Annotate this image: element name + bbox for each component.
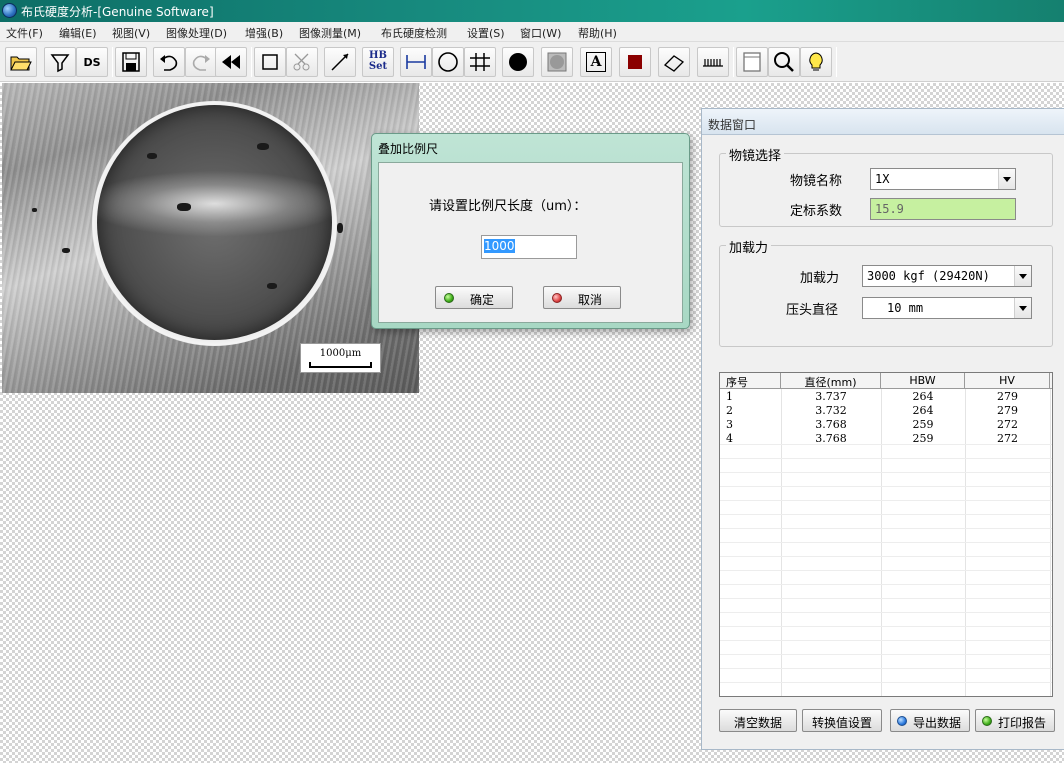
- circle-icon[interactable]: [432, 47, 464, 77]
- objective-group: 物镜选择 物镜名称 1X 定标系数 15.9: [719, 145, 1053, 227]
- hb-label: HB: [369, 50, 387, 61]
- header-hv[interactable]: HV: [965, 373, 1050, 389]
- menu-settings[interactable]: 设置(S): [467, 25, 505, 41]
- load-label: 加载力: [800, 271, 840, 286]
- save-icon[interactable]: [115, 47, 147, 77]
- gray-square-icon[interactable]: [541, 47, 573, 77]
- menu-help[interactable]: 帮助(H): [578, 25, 617, 41]
- table-row[interactable]: 3 3.768 259 272: [720, 418, 1052, 432]
- scale-bar[interactable]: 1000μm: [300, 343, 381, 373]
- objective-select[interactable]: 1X: [870, 168, 1016, 190]
- green-led-icon: [444, 293, 454, 303]
- objective-label: 物镜名称: [790, 174, 843, 189]
- scale-length-value: 1000: [484, 239, 515, 253]
- brinell-indentation: [97, 105, 332, 340]
- menu-file[interactable]: 文件(F): [6, 25, 43, 41]
- dialog-body: 请设置比例尺长度（um）： 1000 确定 取消: [378, 162, 683, 323]
- header-diameter[interactable]: 直径(mm): [781, 373, 881, 389]
- menu-view[interactable]: 视图(V): [112, 25, 150, 41]
- menu-image-processing[interactable]: 图像处理(D): [166, 25, 227, 41]
- indenter-label: 压头直径: [786, 303, 839, 318]
- chevron-down-icon[interactable]: [1014, 298, 1031, 318]
- redo-icon[interactable]: [185, 47, 217, 77]
- results-table[interactable]: 序号 直径(mm) HBW HV 1 3.737 264 279 2 3.732…: [719, 372, 1053, 697]
- toolbar-separator: [733, 47, 734, 77]
- ruler-icon[interactable]: [697, 47, 729, 77]
- grid-icon[interactable]: [464, 47, 496, 77]
- table-row[interactable]: 1 3.737 264 279: [720, 390, 1052, 404]
- calibration-value: 15.9: [870, 198, 1016, 220]
- toolbar-separator: [836, 47, 837, 77]
- menu-edit[interactable]: 编辑(E): [59, 25, 97, 41]
- menu-enhance[interactable]: 增强(B): [245, 25, 283, 41]
- scale-length-input[interactable]: 1000: [481, 235, 577, 259]
- chevron-down-icon[interactable]: [1014, 266, 1031, 286]
- header-hbw[interactable]: HBW: [881, 373, 965, 389]
- scissors-icon[interactable]: [286, 47, 318, 77]
- menu-bar: 文件(F) 编辑(E) 视图(V) 图像处理(D) 增强(B) 图像测量(M) …: [0, 22, 1064, 42]
- red-led-icon: [552, 293, 562, 303]
- page-icon[interactable]: [736, 47, 768, 77]
- indenter-select[interactable]: 10 mm: [862, 297, 1032, 319]
- hb-set-button[interactable]: HB Set: [362, 47, 394, 77]
- red-square-icon[interactable]: [619, 47, 651, 77]
- chevron-down-icon[interactable]: [998, 169, 1015, 189]
- objective-group-label: 物镜选择: [726, 145, 785, 164]
- menu-window[interactable]: 窗口(W): [520, 25, 561, 41]
- filled-circle-icon[interactable]: [502, 47, 534, 77]
- scale-bar-label: 1000μm: [319, 348, 362, 359]
- menu-brinell-detect[interactable]: 布氏硬度检测: [381, 25, 447, 41]
- window-title: 布氏硬度分析-[Genuine Software]: [21, 5, 214, 19]
- funnel-icon[interactable]: [44, 47, 76, 77]
- open-folder-icon[interactable]: [5, 47, 37, 77]
- load-group-label: 加载力: [726, 237, 772, 256]
- cancel-button[interactable]: 取消: [543, 286, 621, 309]
- table-row[interactable]: 2 3.732 264 279: [720, 404, 1052, 418]
- data-window-title: 数据窗口: [702, 109, 1064, 135]
- dialog-title: 叠加比例尺: [378, 142, 439, 156]
- lightbulb-icon[interactable]: [800, 47, 832, 77]
- load-group: 加载力 加载力 3000 kgf (29420N) 压头直径 10 mm: [719, 237, 1053, 347]
- ok-button[interactable]: 确定: [435, 286, 513, 309]
- set-label: Set: [368, 61, 388, 72]
- rectangle-icon[interactable]: [254, 47, 286, 77]
- scale-bar-line: [309, 362, 372, 368]
- magnifier-icon[interactable]: [768, 47, 800, 77]
- undo-icon[interactable]: [153, 47, 185, 77]
- toolbar-separator: [251, 47, 252, 77]
- conversion-settings-button[interactable]: 转换值设置: [802, 709, 882, 732]
- app-globe-icon: [2, 3, 17, 18]
- cancel-label: 取消: [578, 293, 603, 307]
- print-report-button[interactable]: 打印报告: [975, 709, 1055, 732]
- toolbar: DS HB Set A: [0, 42, 1064, 82]
- dialog-prompt: 请设置比例尺长度（um）：: [429, 199, 587, 214]
- title-bar: 布氏硬度分析-[Genuine Software]: [0, 0, 1064, 22]
- clear-data-button[interactable]: 清空数据: [719, 709, 797, 732]
- table-row[interactable]: 4 3.768 259 272: [720, 432, 1052, 446]
- load-select[interactable]: 3000 kgf (29420N): [862, 265, 1032, 287]
- export-data-button[interactable]: 导出数据: [890, 709, 970, 732]
- eraser-icon[interactable]: [658, 47, 690, 77]
- ds-button[interactable]: DS: [76, 47, 108, 77]
- green-led-icon: [982, 716, 992, 726]
- blue-led-icon: [897, 716, 907, 726]
- calibration-label: 定标系数: [790, 204, 843, 219]
- rewind-icon[interactable]: [215, 47, 247, 77]
- header-index[interactable]: 序号: [720, 373, 781, 389]
- ok-label: 确定: [470, 293, 495, 307]
- table-header: 序号 直径(mm) HBW HV: [720, 373, 1052, 389]
- horizontal-measure-icon[interactable]: [400, 47, 432, 77]
- toolbar-separator: [112, 47, 113, 77]
- menu-image-measure[interactable]: 图像测量(M): [299, 25, 361, 41]
- diagonal-line-icon[interactable]: [324, 47, 356, 77]
- text-tool-icon[interactable]: A: [580, 47, 612, 77]
- data-window: 数据窗口 物镜选择 物镜名称 1X 定标系数 15.9 加载力 加载力 3000…: [701, 108, 1064, 750]
- scale-dialog: 叠加比例尺 请设置比例尺长度（um）： 1000 确定 取消: [371, 133, 690, 329]
